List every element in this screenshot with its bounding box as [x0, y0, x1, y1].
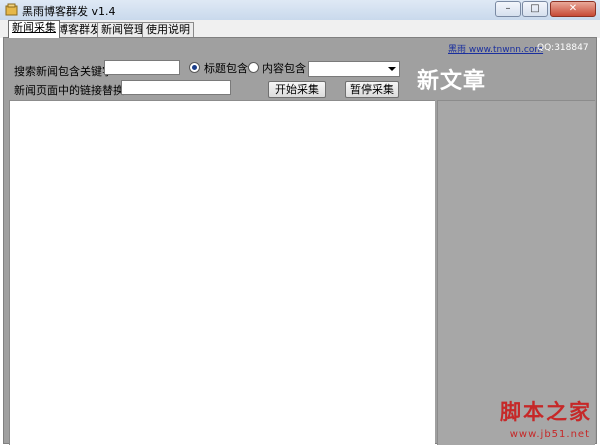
keyword-label: 搜索新闻包含关键字: [14, 65, 113, 78]
tab-label: 博客群发: [57, 23, 101, 36]
watermark-text: 脚本之家: [500, 400, 592, 424]
watermark-url: www.jb51.net: [509, 429, 590, 440]
replace-label: 新闻页面中的链接替换为: [14, 84, 135, 97]
radio-content-label: 内容包含: [262, 62, 306, 75]
title-bar: 黑雨博客群发 v1.4 – □ ✕: [0, 0, 600, 21]
radio-content-contains[interactable]: [248, 62, 259, 73]
site-link-name: 黑雨: [448, 45, 467, 55]
site-link-url: www.tnwnn.com: [468, 45, 544, 55]
new-article-title: 新文章: [417, 69, 487, 94]
keyword-input[interactable]: [104, 60, 180, 75]
maximize-button[interactable]: □: [522, 1, 548, 17]
tab-label: 新闻采集: [12, 21, 56, 34]
tab-label: 使用说明: [146, 23, 190, 36]
news-collect-page: 黑雨 www.tnwnn.com QQ:318847 搜索新闻包含关键字 标题包…: [3, 37, 597, 445]
filter-dropdown[interactable]: [308, 61, 400, 77]
news-content-area[interactable]: [9, 100, 435, 445]
window-title: 黑雨博客群发 v1.4: [22, 5, 116, 18]
qq-number: QQ:318847: [537, 43, 589, 53]
tab-strip: 新闻采集 博客群发 新闻管理 使用说明: [0, 20, 600, 38]
replace-link-input[interactable]: [121, 80, 231, 95]
radio-title-label: 标题包含: [204, 62, 248, 75]
close-button[interactable]: ✕: [550, 1, 596, 17]
tab-instructions[interactable]: 使用说明: [142, 22, 194, 38]
radio-title-contains[interactable]: [189, 62, 200, 73]
side-panel: [437, 100, 595, 445]
pause-collect-button[interactable]: 暂停采集: [345, 81, 399, 98]
app-icon: [5, 3, 18, 16]
site-link[interactable]: 黑雨 www.tnwnn.com: [448, 42, 543, 55]
start-collect-button[interactable]: 开始采集: [268, 81, 326, 98]
chevron-down-icon: [388, 67, 396, 71]
tab-news-collect[interactable]: 新闻采集: [8, 20, 60, 38]
minimize-button[interactable]: –: [495, 1, 521, 17]
tab-label: 新闻管理: [101, 23, 145, 36]
